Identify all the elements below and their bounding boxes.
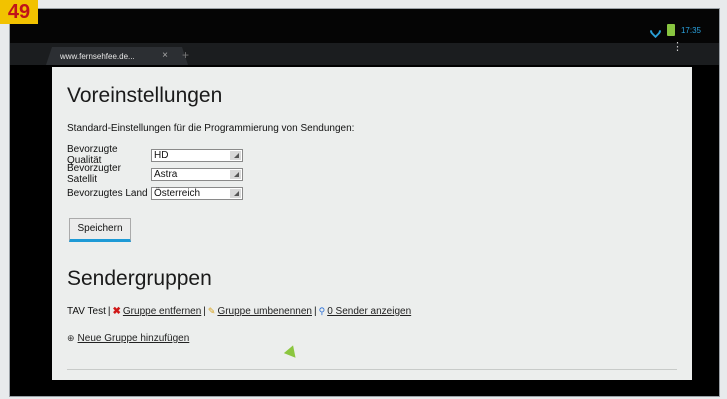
delete-icon: ✖: [112, 306, 121, 317]
web-page: Voreinstellungen Standard-Einstellungen …: [52, 67, 692, 380]
battery-icon: [666, 24, 675, 36]
groups-title: Sendergruppen: [67, 267, 212, 290]
wifi-icon: [647, 22, 664, 38]
quality-select[interactable]: HD: [151, 148, 243, 162]
add-group-link[interactable]: Neue Gruppe hinzufügen: [78, 333, 190, 344]
satellite-row: Bevorzugter Satellit Astra: [67, 163, 243, 185]
plus-circle-icon: ⊕: [67, 333, 75, 343]
group-name: TAV Test: [67, 306, 106, 317]
step-badge: 49: [0, 0, 38, 24]
clock: 17:35: [680, 25, 701, 35]
status-icons: 17:35: [647, 22, 701, 38]
satellite-value: Astra: [154, 168, 178, 180]
remove-group-link[interactable]: Gruppe entfernen: [123, 306, 201, 317]
dropdown-arrow-icon[interactable]: [230, 150, 241, 160]
save-button[interactable]: Speichern: [69, 218, 131, 242]
device-screen: 17:35 www.fernsehfee.de... × + ⋮ Voreins…: [9, 8, 720, 397]
prefs-intro: Standard-Einstellungen für die Programmi…: [67, 123, 355, 134]
quality-value: HD: [154, 149, 169, 161]
tab-title: www.fernsehfee.de...: [60, 52, 135, 61]
quality-row: Bevorzugte Qualität HD: [67, 144, 243, 166]
dropdown-arrow-icon[interactable]: [230, 188, 241, 198]
separator: |: [107, 306, 111, 317]
menu-icon[interactable]: ⋮: [672, 42, 683, 53]
close-icon[interactable]: ×: [162, 50, 168, 61]
group-row: TAV Test | ✖ Gruppe entfernen | ✎ Gruppe…: [67, 306, 411, 317]
add-group-row: ⊕ Neue Gruppe hinzufügen: [67, 333, 189, 344]
satellite-select[interactable]: Astra: [151, 167, 243, 181]
browser-tab-bar: www.fernsehfee.de... ×: [10, 43, 719, 65]
new-tab-button[interactable]: +: [182, 48, 189, 62]
divider: [67, 369, 677, 370]
search-icon: ⚲: [318, 306, 326, 316]
show-channels-link[interactable]: 0 Sender anzeigen: [327, 306, 411, 317]
country-select[interactable]: Österreich: [151, 186, 243, 200]
browser-tab[interactable]: www.fernsehfee.de... ×: [46, 47, 188, 65]
pencil-icon: ✎: [207, 306, 216, 316]
rename-group-link[interactable]: Gruppe umbenennen: [217, 306, 312, 317]
separator: |: [203, 306, 206, 317]
dropdown-arrow-icon[interactable]: [230, 169, 241, 179]
status-bar: 17:35: [10, 9, 719, 43]
pointer-cursor-icon: [283, 345, 301, 362]
country-value: Österreich: [154, 187, 201, 199]
country-label: Bevorzugtes Land: [67, 187, 148, 199]
separator: |: [313, 306, 317, 317]
satellite-label: Bevorzugter Satellit: [67, 163, 121, 185]
country-row: Bevorzugtes Land Österreich: [67, 186, 243, 200]
page-title: Voreinstellungen: [67, 84, 223, 107]
